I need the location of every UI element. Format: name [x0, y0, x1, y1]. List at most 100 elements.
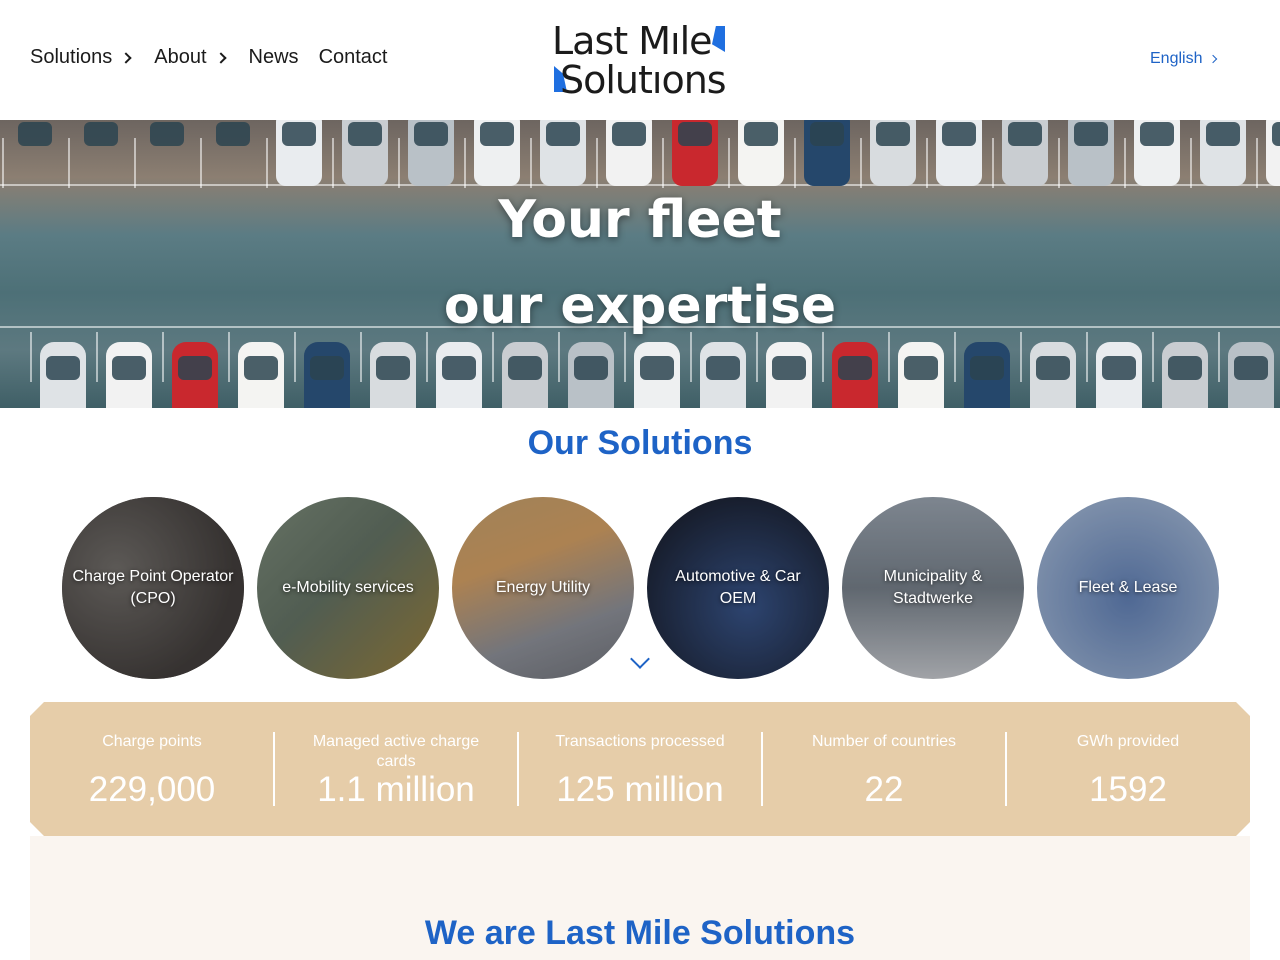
parking-stall-line [332, 138, 334, 188]
parked-car [276, 120, 322, 186]
parked-car [370, 342, 416, 408]
language-selector[interactable]: English [1150, 50, 1218, 68]
car-window [810, 122, 844, 146]
car-window [772, 356, 806, 380]
chevron-right-icon [120, 51, 132, 64]
logo[interactable]: Last Mıle Solutıons [552, 20, 732, 100]
car-window [838, 356, 872, 380]
language-label: English [1150, 50, 1203, 67]
logo-line-1: Last Mıle [552, 19, 713, 63]
solution-label: e-Mobility services [282, 579, 414, 596]
parked-car [1162, 342, 1208, 408]
about-heading: We are Last Mile Solutions [424, 914, 856, 952]
parked-car [342, 120, 388, 186]
parking-stall-line [294, 332, 296, 382]
stat-value: 125 million [556, 770, 724, 809]
solution-fleet-lease[interactable]: Fleet & Lease [1037, 497, 1219, 679]
parking-stall-line [492, 332, 494, 382]
parked-car [804, 120, 850, 186]
parking-stall-line [992, 138, 994, 188]
car-window [640, 356, 674, 380]
logo-line-2: Solutıons [560, 58, 727, 102]
stat-gwh: GWh provided 1592 [1006, 702, 1250, 836]
parked-car [78, 120, 124, 186]
solution-municipality[interactable]: Municipality & Stadtwerke [842, 497, 1024, 679]
parked-car [898, 342, 944, 408]
parking-stall-line [1190, 138, 1192, 188]
hero-banner: Your fleet our expertise [0, 120, 1280, 408]
stats-bar: Charge points 229,000 Managed active cha… [30, 702, 1250, 836]
parked-car [964, 342, 1010, 408]
hero-title-line-2: our expertise [443, 276, 837, 336]
parking-stall-line [2, 138, 4, 188]
parked-car [634, 342, 680, 408]
car-window [706, 356, 740, 380]
nav-contact-label: Contact [318, 46, 388, 68]
car-window [1036, 356, 1070, 380]
car-window [216, 122, 250, 146]
parked-car [672, 120, 718, 186]
car-window [1206, 122, 1240, 146]
parking-stall-line [1218, 332, 1220, 382]
parked-car [936, 120, 982, 186]
car-window [150, 122, 184, 146]
parked-car [144, 120, 190, 186]
parked-car [1030, 342, 1076, 408]
stat-value: 1.1 million [317, 770, 475, 809]
parked-car [1266, 120, 1280, 186]
nav-contact[interactable]: Contact [319, 46, 388, 69]
car-window [1234, 356, 1268, 380]
car-window [574, 356, 608, 380]
parking-stall-line [200, 138, 202, 188]
parking-stall-line [1124, 138, 1126, 188]
stat-charge-points: Charge points 229,000 [30, 702, 274, 836]
parked-car [1200, 120, 1246, 186]
solution-cpo[interactable]: Charge Point Operator (CPO) [62, 497, 244, 679]
stat-label: GWh provided [1076, 733, 1180, 750]
parked-car [436, 342, 482, 408]
car-window [376, 356, 410, 380]
car-window [1140, 122, 1174, 146]
nav-news[interactable]: News [249, 46, 299, 69]
car-window [508, 356, 542, 380]
stat-value: 1592 [1089, 770, 1167, 809]
parking-stall-line [464, 138, 466, 188]
solution-energy-utility[interactable]: Energy Utility [452, 497, 634, 679]
stat-label: Managed active charge cards [312, 733, 480, 770]
parking-stall-line [134, 138, 136, 188]
parking-stall-line [1256, 138, 1258, 188]
car-window [178, 356, 212, 380]
car-window [546, 122, 580, 146]
parking-stall-line [30, 332, 32, 382]
about-section: We are Last Mile Solutions [30, 836, 1250, 960]
parking-stall-line [360, 332, 362, 382]
hero-background-image [0, 120, 1280, 408]
parking-stall-line [624, 332, 626, 382]
stat-label: Number of countries [811, 733, 957, 750]
nav-about-label: About [154, 46, 207, 68]
car-window [442, 356, 476, 380]
parking-stall-line [398, 138, 400, 188]
parked-car [700, 342, 746, 408]
parking-stall-line [266, 138, 268, 188]
car-window [244, 356, 278, 380]
parked-car [172, 342, 218, 408]
solution-label: Charge Point Operator (CPO) [72, 568, 234, 607]
car-window [876, 122, 910, 146]
parking-stall-line [228, 332, 230, 382]
nav-solutions[interactable]: Solutions [30, 46, 134, 69]
solution-label: Energy Utility [495, 579, 591, 596]
parking-stall-line [530, 138, 532, 188]
parking-stall-line [954, 332, 956, 382]
chevron-right-icon [1209, 54, 1218, 64]
car-window [1168, 356, 1202, 380]
parking-stall-line [888, 332, 890, 382]
parked-car [606, 120, 652, 186]
hero-title-line-1: Your fleet [498, 190, 782, 250]
nav-about[interactable]: About [154, 46, 228, 69]
solution-automotive[interactable]: Automotive & Car OEM [647, 497, 829, 679]
car-window [282, 122, 316, 146]
parking-stall-line [426, 332, 428, 382]
parking-stall-line [68, 138, 70, 188]
solution-emobility[interactable]: e-Mobility services [257, 497, 439, 679]
